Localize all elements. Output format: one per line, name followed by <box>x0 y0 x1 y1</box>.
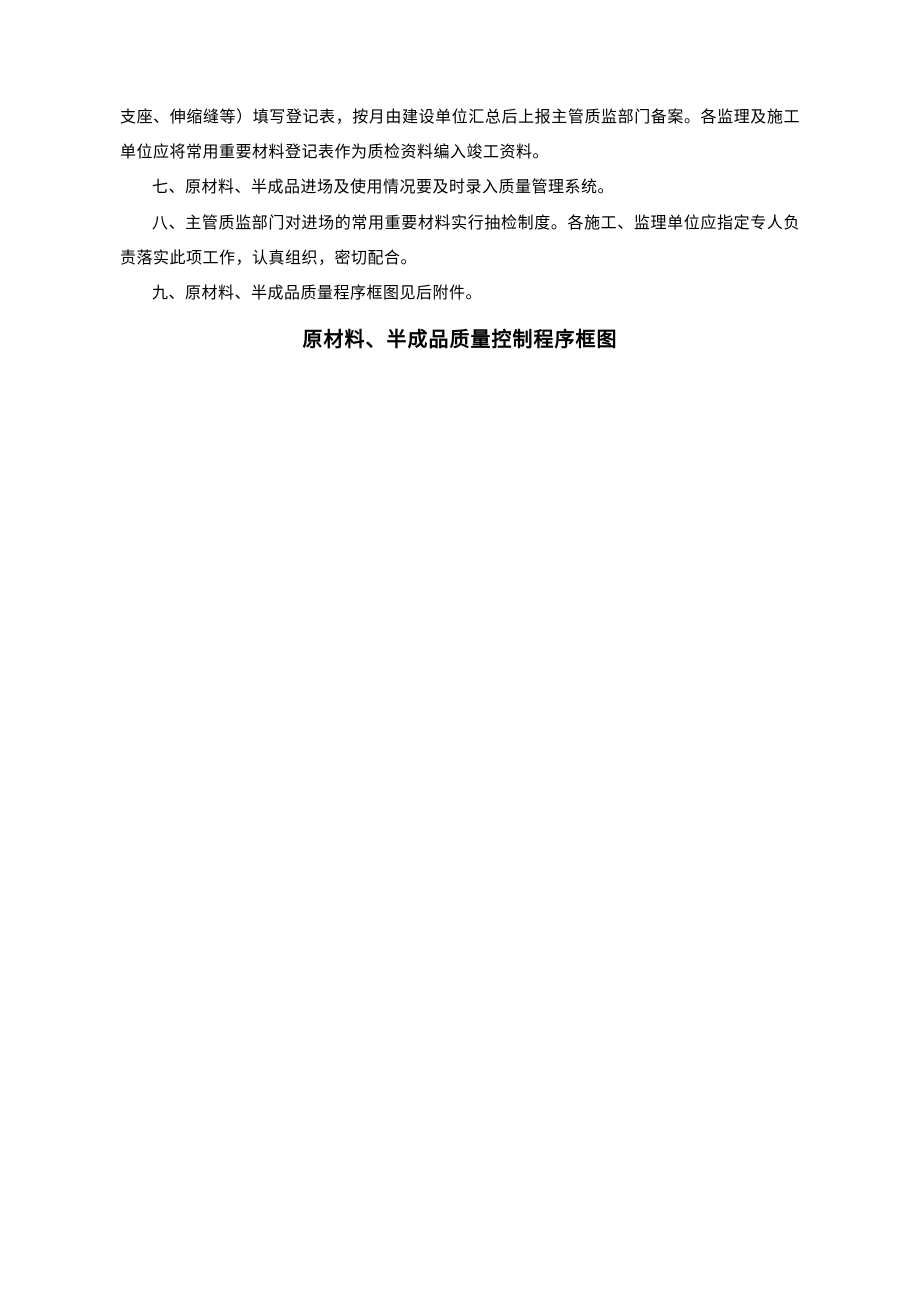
paragraph-continuation: 支座、伸缩缝等）填写登记表，按月由建设单位汇总后上报主管质监部门备案。各监理及施… <box>120 100 800 170</box>
paragraph-nine: 九、原材料、半成品质量程序框图见后附件。 <box>120 276 800 311</box>
paragraph-eight: 八、主管质监部门对进场的常用重要材料实行抽检制度。各施工、监理单位应指定专人负责… <box>120 206 800 276</box>
section-title: 原材料、半成品质量控制程序框图 <box>120 323 800 352</box>
paragraph-seven: 七、原材料、半成品进场及使用情况要及时录入质量管理系统。 <box>120 170 800 205</box>
